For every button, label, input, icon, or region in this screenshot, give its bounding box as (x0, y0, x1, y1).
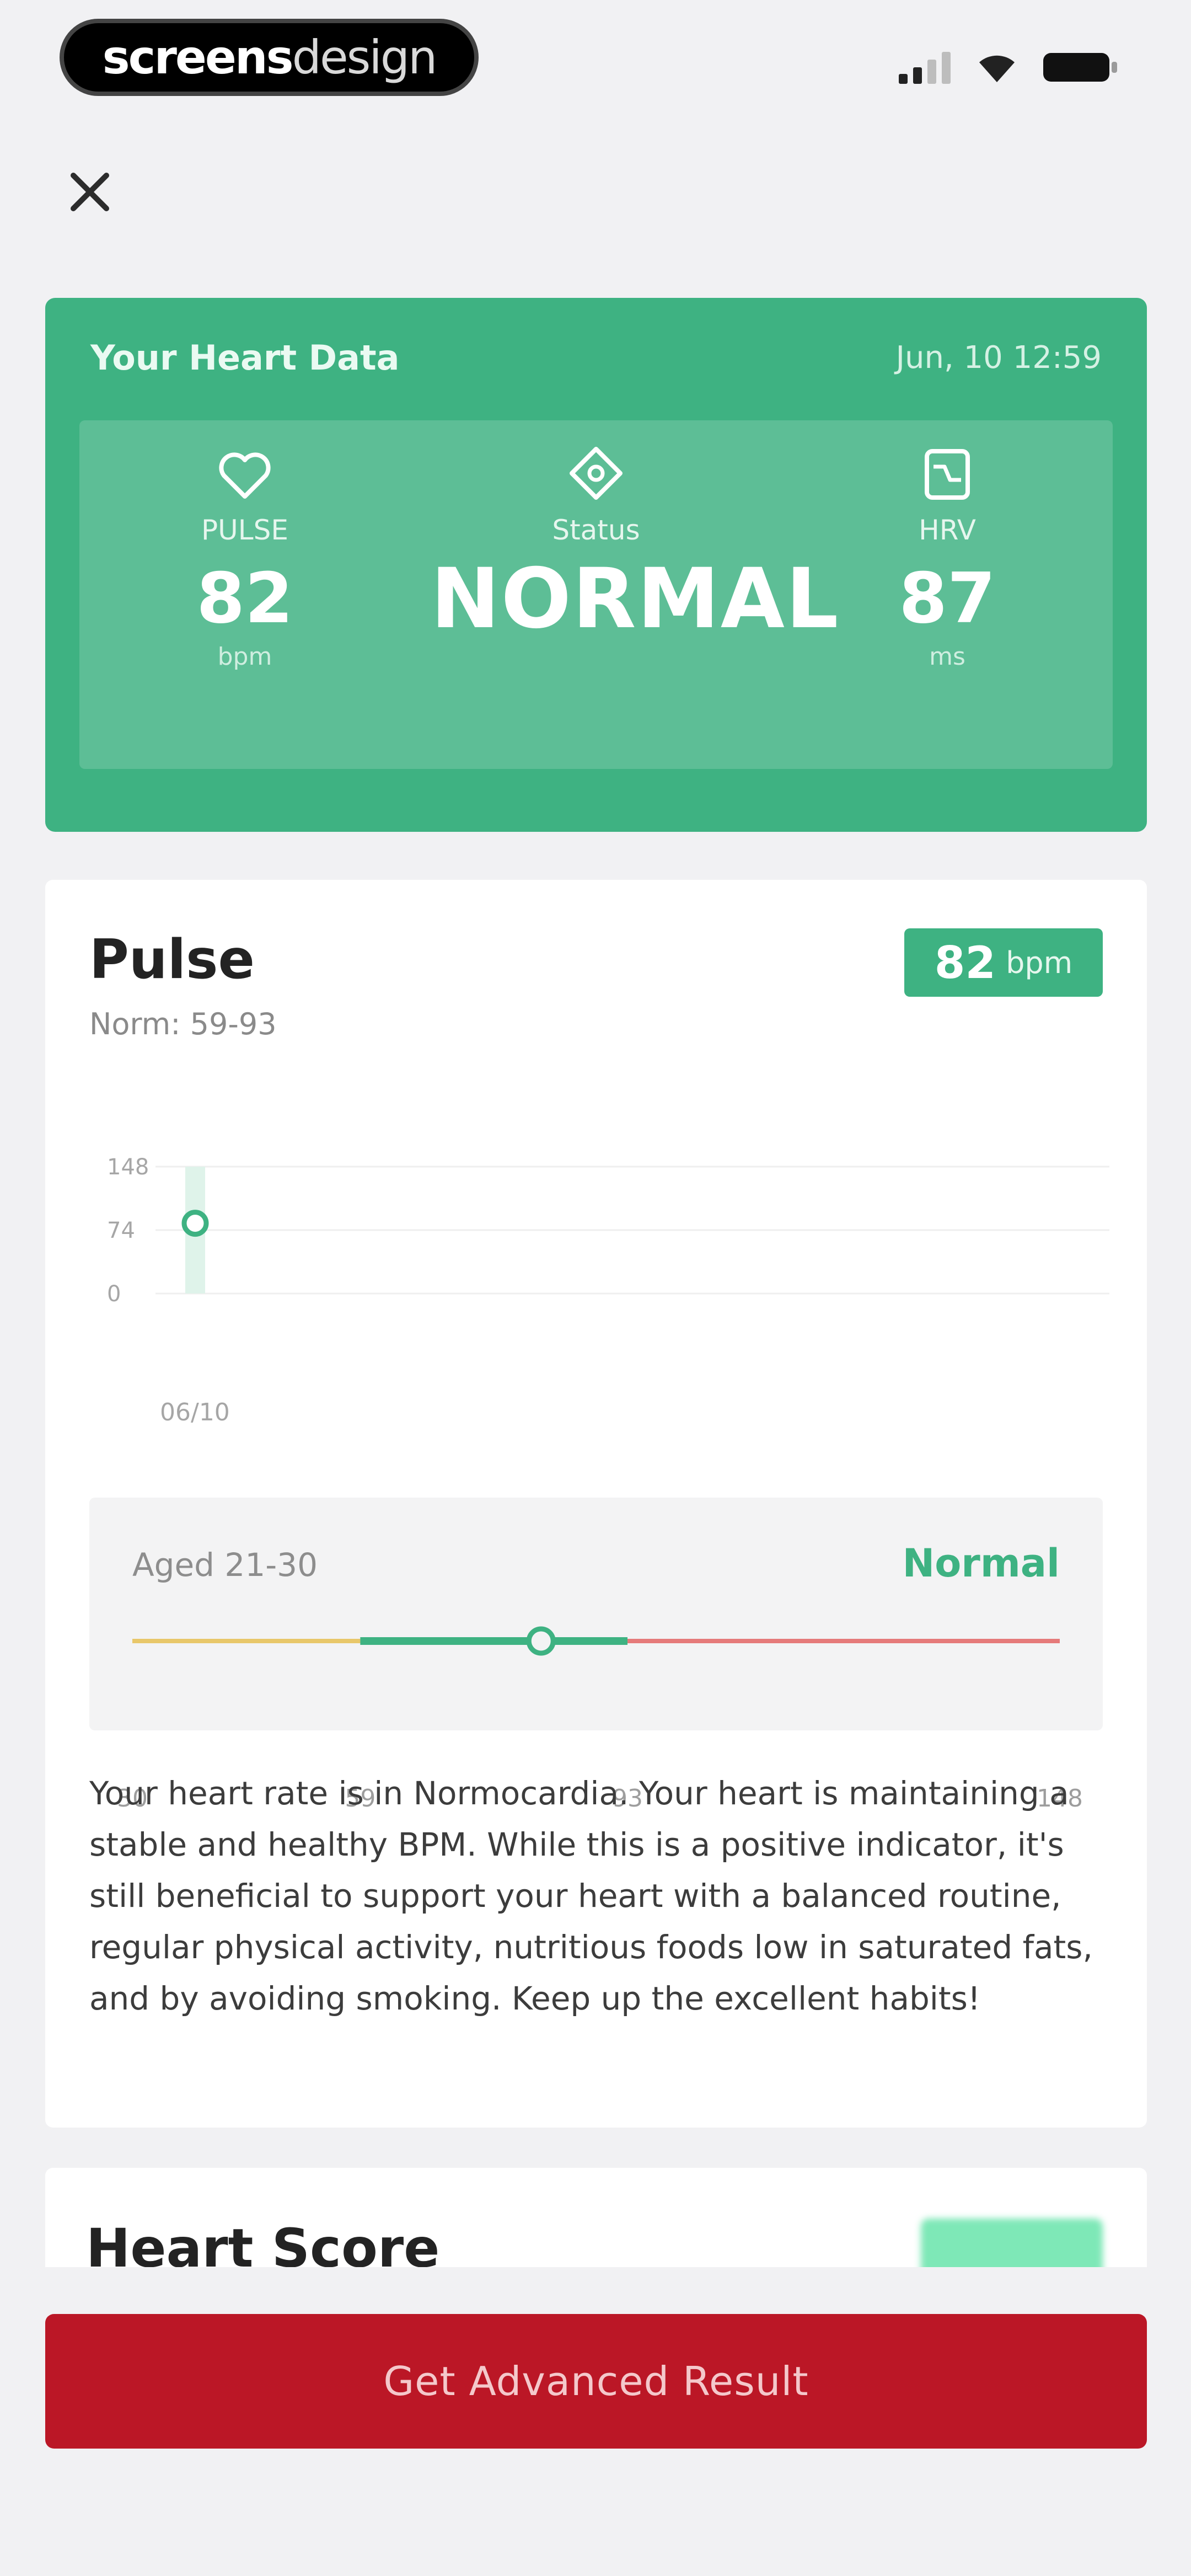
pulse-badge: 82 bpm (904, 928, 1103, 997)
heart-data-card: Your Heart Data Jun, 10 12:59 PULSE 82 b… (45, 298, 1147, 832)
app-screen: screens design Your Heart Data Jun, 10 1… (0, 0, 1191, 2576)
pulse-chart: 148 74 0 (89, 1095, 1109, 1371)
range-track: 30 59 93 148 (117, 1619, 1083, 1813)
metric-value: NORMAL (431, 551, 840, 647)
hrv-icon (925, 449, 970, 500)
signal-icon (899, 52, 951, 84)
metric-hrv: HRV 87 ms (782, 420, 1113, 671)
chart-x-tick: 06/10 (160, 1398, 230, 1426)
chart-y-tick: 148 (107, 1155, 149, 1180)
metric-label: PULSE (201, 514, 288, 546)
age-group-label: Aged 21-30 (132, 1546, 318, 1584)
brand-part-2: design (292, 30, 438, 84)
metric-pulse: PULSE 82 bpm (79, 420, 410, 671)
pulse-card: Pulse Norm: 59-93 82 bpm 148 74 0 06/10 Ag… (45, 880, 1147, 2128)
heart-score-card: Heart Score (45, 2168, 1147, 2285)
pulse-description: Your heart rate is in Normocardia. Your … (89, 1775, 1093, 2017)
chart-data-point (181, 1210, 209, 1237)
range-marker (526, 1626, 556, 1656)
get-advanced-result-button[interactable]: Get Advanced Result (45, 2314, 1147, 2449)
heart-icon (219, 452, 271, 499)
metric-label: Status (552, 514, 640, 546)
pulse-norm-range: Norm: 59-93 (89, 1007, 277, 1041)
battery-icon (1043, 53, 1117, 82)
metric-value: 87 (899, 558, 996, 639)
pulse-range-box: Aged 21-30 Normal 30 59 93 148 (89, 1498, 1103, 1813)
metric-status: Status NORMAL (431, 420, 840, 647)
pulse-chart-svg: 148 74 0 (107, 1155, 1109, 1307)
chart-y-tick: 0 (107, 1281, 121, 1307)
brand-part-1: screens (102, 30, 294, 84)
metric-value: 82 (196, 558, 293, 639)
close-icon (71, 173, 109, 211)
scroll-fade (0, 2267, 1191, 2317)
metric-unit: ms (929, 642, 965, 671)
status-bar: screens design (0, 0, 1191, 116)
range-slider-svg (132, 1626, 1060, 1656)
metric-label: HRV (919, 514, 976, 546)
wifi-icon (979, 55, 1015, 82)
heart-data-title: Your Heart Data (90, 338, 400, 378)
chart-y-tick: 74 (107, 1218, 135, 1243)
heart-data-datetime: Jun, 10 12:59 (895, 340, 1102, 376)
metric-unit: bpm (217, 642, 272, 671)
pulse-title: Pulse (89, 928, 255, 991)
close-button[interactable] (63, 165, 116, 218)
pulse-badge-value: 82 (934, 937, 996, 988)
status-icons (899, 51, 1119, 84)
diamond-icon (570, 447, 623, 500)
heart-metrics-panel: PULSE 82 bpm Status NORMAL HRV 87 ms (79, 420, 1113, 769)
range-status: Normal (902, 1541, 1060, 1586)
brand-logo: screens design (60, 19, 479, 96)
pulse-badge-unit: bpm (1006, 945, 1073, 980)
